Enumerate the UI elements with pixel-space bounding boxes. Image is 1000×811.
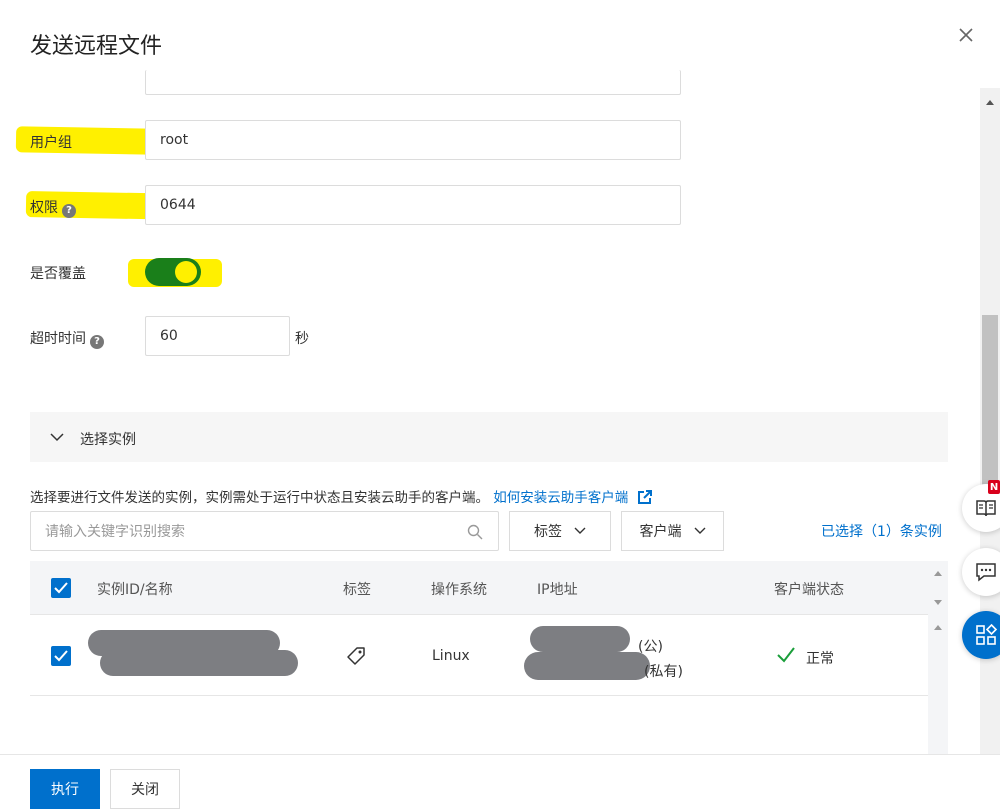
apps-button[interactable]: [962, 611, 1000, 659]
overwrite-label: 是否覆盖: [30, 266, 86, 282]
scroll-thumb[interactable]: [982, 315, 998, 495]
col-tag: 标签: [343, 582, 371, 598]
instance-description: 选择要进行文件发送的实例，实例需处于运行中状态且安装云助手的客户端。: [30, 490, 489, 506]
previous-field[interactable]: [145, 70, 681, 95]
chat-icon: [976, 563, 996, 582]
timeout-label: 超时时间: [30, 331, 86, 347]
timeout-value: 60: [160, 328, 178, 344]
timeout-label-row: 超时时间?: [30, 328, 104, 349]
redacted-private-ip: [524, 652, 650, 680]
table-scrollbar[interactable]: [928, 561, 948, 754]
col-os: 操作系统: [431, 582, 487, 598]
col-instance: 实例ID/名称: [97, 582, 173, 598]
scroll-up-icon: [934, 625, 942, 630]
select-instance-section[interactable]: 选择实例: [30, 412, 948, 462]
select-all-checkbox[interactable]: [51, 578, 71, 598]
row-checkbox[interactable]: [51, 646, 71, 666]
tag-filter-label: 标签: [534, 524, 562, 540]
close-button[interactable]: 关闭: [110, 769, 180, 809]
tag-icon[interactable]: [346, 646, 366, 670]
permission-value: 0644: [160, 197, 196, 213]
external-link-icon[interactable]: [637, 489, 653, 509]
check-icon: [776, 646, 796, 668]
client-filter-label: 客户端: [639, 524, 682, 540]
permission-input[interactable]: 0644: [145, 185, 681, 225]
timeout-unit: 秒: [295, 331, 309, 347]
chevron-down-icon[interactable]: [50, 430, 64, 446]
redacted-public-ip: [530, 626, 630, 652]
permission-label: 权限: [30, 200, 58, 216]
search-icon[interactable]: [467, 524, 483, 544]
col-ip: IP地址: [537, 582, 578, 598]
help-icon[interactable]: ?: [62, 204, 76, 218]
search-input[interactable]: 请输入关键字识别搜索: [30, 511, 499, 551]
scroll-up-icon[interactable]: [985, 94, 995, 110]
search-placeholder: 请输入关键字识别搜索: [45, 524, 185, 540]
user-group-input[interactable]: root: [145, 120, 681, 160]
user-group-value: root: [160, 132, 189, 148]
col-status: 客户端状态: [774, 582, 844, 598]
dialog-title: 发送远程文件: [30, 34, 163, 59]
install-client-link[interactable]: 如何安装云助手客户端: [493, 490, 628, 506]
execute-button[interactable]: 执行: [30, 769, 100, 809]
description-row: 选择要进行文件发送的实例，实例需处于运行中状态且安装云助手的客户端。 如何安装云…: [30, 486, 653, 509]
help-icon[interactable]: ?: [90, 335, 104, 349]
permission-label-row: 权限?: [30, 197, 76, 218]
redacted-instance-name: [100, 650, 298, 676]
tag-filter-button[interactable]: 标签: [509, 511, 611, 551]
os-value: Linux: [432, 648, 470, 664]
table-header: 实例ID/名称 标签 操作系统 IP地址 客户端状态: [30, 561, 928, 615]
feedback-button[interactable]: [962, 548, 1000, 596]
client-status: 正常: [806, 651, 834, 667]
book-icon: [976, 500, 996, 517]
chevron-down-icon: [694, 527, 705, 534]
user-group-label: 用户组: [30, 135, 72, 151]
section-title: 选择实例: [80, 432, 136, 448]
selected-count[interactable]: 已选择（1）条实例: [821, 521, 942, 541]
ip-private-suffix: (私有): [644, 664, 683, 680]
toggle-knob: [175, 261, 197, 283]
chevron-down-icon: [574, 527, 586, 534]
scroll-up-icon: [934, 571, 942, 576]
table-row[interactable]: Linux (公) (私有) 正常: [30, 616, 928, 696]
overwrite-toggle[interactable]: [145, 258, 201, 286]
scroll-down-icon: [934, 600, 942, 605]
apps-icon: [976, 623, 998, 645]
dialog-footer: 执行 关闭: [0, 754, 1000, 811]
client-filter-button[interactable]: 客户端: [621, 511, 724, 551]
new-badge: N: [988, 480, 1000, 494]
timeout-input[interactable]: 60: [145, 316, 290, 356]
close-icon[interactable]: [955, 24, 977, 46]
